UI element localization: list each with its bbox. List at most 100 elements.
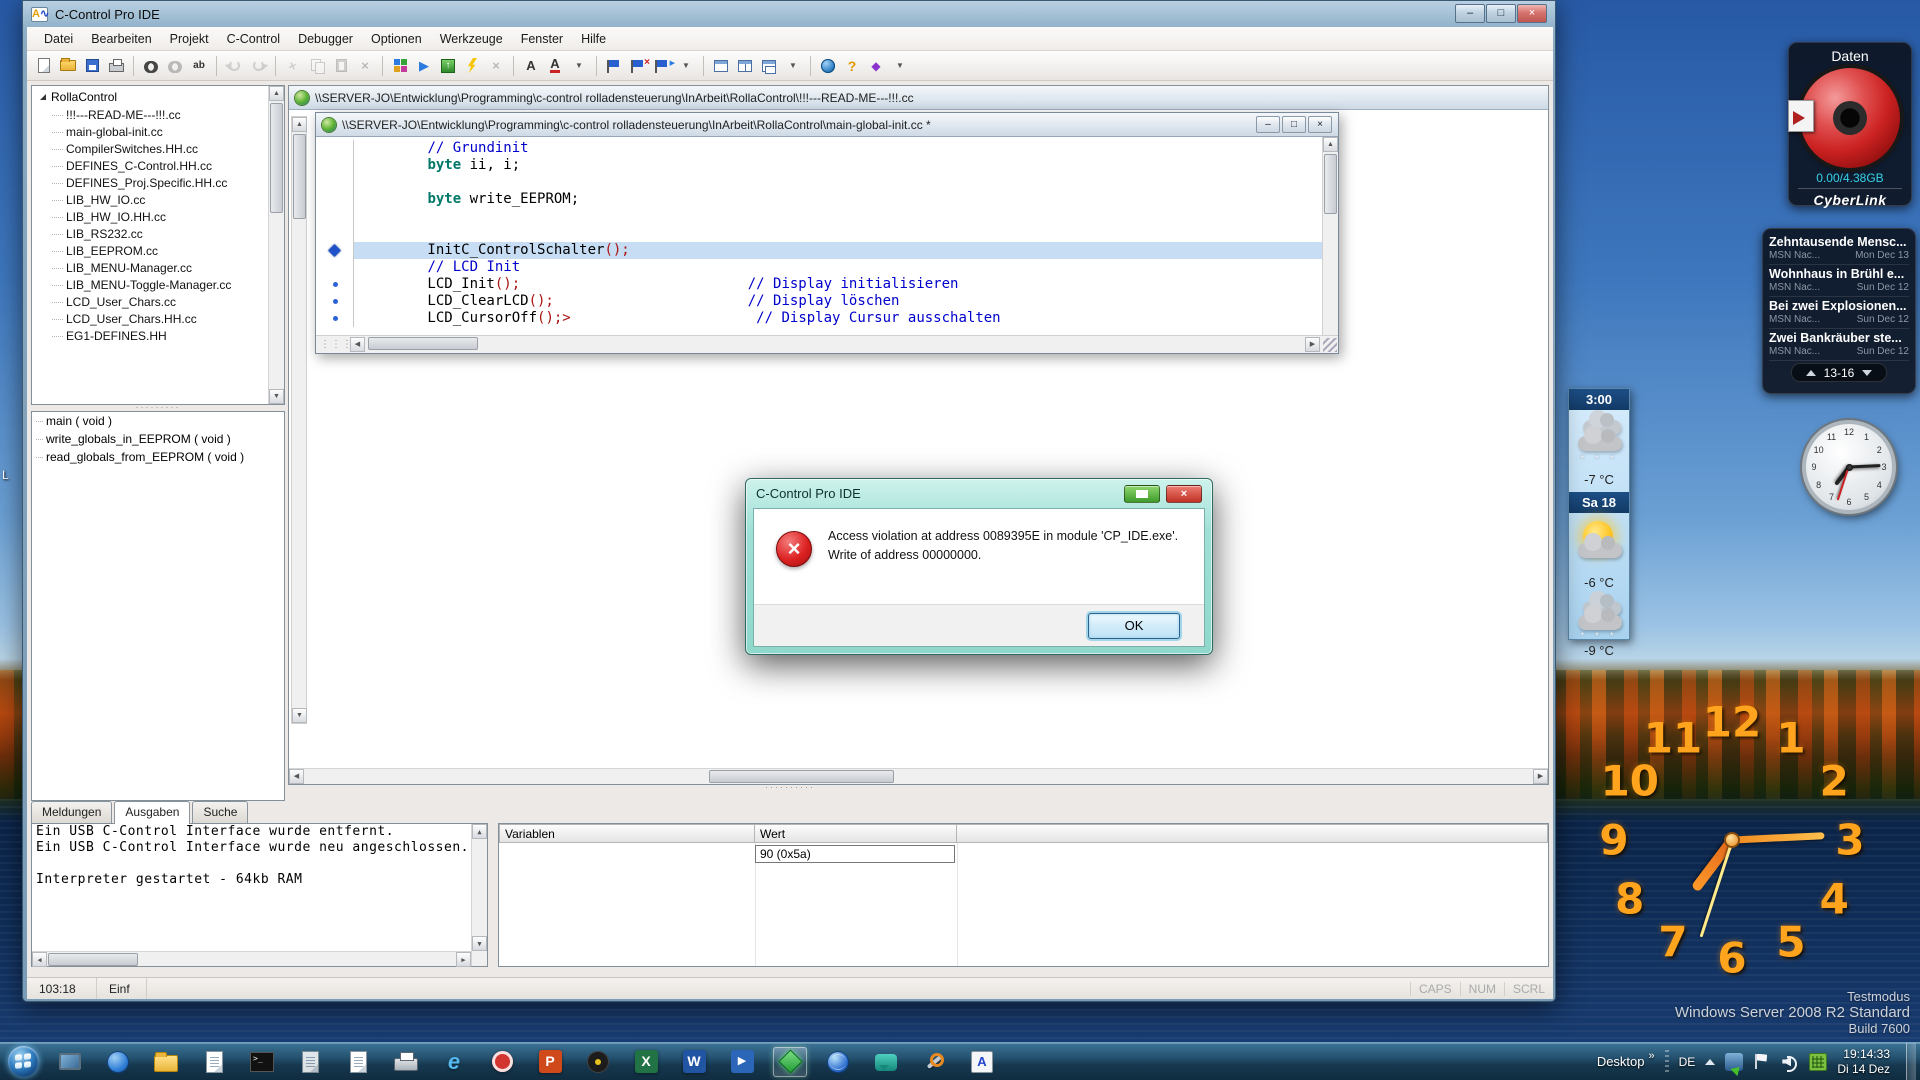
scroll-left-icon[interactable]: ◀ — [350, 337, 365, 352]
code-line-8[interactable]: // LCD Init — [316, 259, 1322, 276]
run-icon[interactable]: ▶ — [413, 55, 435, 77]
bookmark-menu-icon[interactable]: ▼ — [675, 55, 697, 77]
taskbar-item-windows-explorer[interactable] — [149, 1047, 183, 1077]
tree-item-defines-c-control-hh-cc[interactable]: DEFINES_C-Control.HH.cc — [32, 157, 284, 174]
breakpoint-gutter[interactable] — [316, 310, 354, 327]
editor-hscrollbar[interactable]: ⋮⋮⋮ ◀ ▶ — [316, 335, 1338, 353]
taskbar-item-chat-app[interactable] — [869, 1047, 903, 1077]
scroll-left-icon[interactable]: ◀ — [32, 952, 47, 967]
tray-app-icon[interactable] — [1725, 1052, 1744, 1071]
tree-item-lib-hw-io-cc[interactable]: LIB_HW_IO.cc — [32, 191, 284, 208]
news-item[interactable]: Bei zwei Explosionen... MSN Nac... Sun Dec… — [1769, 297, 1909, 329]
dialog-titlebar[interactable]: C-Control Pro IDE × — [746, 479, 1212, 508]
goto-icon[interactable]: ◆ — [865, 55, 887, 77]
code-line-4[interactable]: byte write_EEPROM; — [316, 191, 1322, 208]
tree-scrollbar[interactable]: ▲ ▼ — [268, 86, 284, 404]
help-icon[interactable]: ? — [841, 55, 863, 77]
function-item-write-globals-in-eeprom-void[interactable]: write_globals_in_EEPROM ( void ) — [32, 430, 284, 448]
tree-item-main-global-init-cc[interactable]: main-global-init.cc — [32, 123, 284, 140]
font-icon[interactable]: A — [520, 55, 542, 77]
chevron-icon[interactable]: » — [1649, 1050, 1655, 1062]
code-line-11[interactable]: LCD_CursorOff();> // Display Cursur auss… — [316, 310, 1322, 327]
taskbar-item-web-browser[interactable] — [821, 1047, 855, 1077]
print-icon[interactable] — [105, 55, 127, 77]
breakpoint-gutter[interactable] — [316, 276, 354, 293]
scroll-thumb[interactable] — [293, 134, 306, 219]
web-update-icon[interactable] — [817, 55, 839, 77]
tree-item-eg1-defines-hh[interactable]: EG1-DEFINES.HH — [32, 327, 284, 344]
resize-grip[interactable] — [1323, 338, 1337, 352]
extras-menu-icon[interactable]: ▼ — [889, 55, 911, 77]
scroll-down-icon[interactable]: ▼ — [472, 936, 487, 951]
function-item-read-globals-from-eeprom-void[interactable]: read_globals_from_EEPROM ( void ) — [32, 448, 284, 466]
tab-suche[interactable]: Suche — [192, 801, 249, 823]
breakpoint-gutter[interactable] — [316, 208, 354, 225]
bookmark-set-icon[interactable] — [603, 55, 625, 77]
code-line-10[interactable]: LCD_ClearLCD(); // Display löschen — [316, 293, 1322, 310]
clock-gadget[interactable]: 12 1 2 3 4 5 6 7 8 9 10 11 — [1802, 420, 1896, 514]
taskbar-item-c-control-ide[interactable] — [773, 1046, 807, 1077]
menu-item-fenster[interactable]: Fenster — [512, 29, 572, 49]
scroll-up-icon[interactable]: ▲ — [1323, 137, 1338, 152]
debug-start-icon[interactable] — [461, 55, 483, 77]
output-hscrollbar[interactable]: ◀ ▶ — [32, 951, 471, 967]
tree-item-lib-eeprom-cc[interactable]: LIB_EEPROM.cc — [32, 242, 284, 259]
new-file-icon[interactable] — [33, 55, 55, 77]
window-cascade-icon[interactable] — [758, 55, 780, 77]
taskbar-item-system-monitor[interactable] — [53, 1047, 87, 1077]
taskbar-item-settings-tool[interactable] — [917, 1047, 951, 1077]
breakpoint-gutter[interactable] — [316, 293, 354, 310]
news-item[interactable]: Zwei Bankräuber ste... MSN Nac... Sun Dec … — [1769, 329, 1909, 361]
scroll-thumb[interactable] — [1324, 154, 1337, 214]
menu-item-projekt[interactable]: Projekt — [161, 29, 218, 49]
taskbar-item-printer[interactable] — [389, 1047, 423, 1077]
code-line-1[interactable]: // Grundinit — [316, 140, 1322, 157]
menu-item-hilfe[interactable]: Hilfe — [572, 29, 615, 49]
maximize-button[interactable]: □ — [1486, 4, 1516, 23]
taskbar-item-word[interactable]: W — [677, 1047, 711, 1077]
code-line-2[interactable]: byte ii, i; — [316, 157, 1322, 174]
taskbar-item-excel[interactable]: X — [629, 1047, 663, 1077]
ide-titlebar[interactable]: A∿ C-Control Pro IDE – □ × — [23, 1, 1555, 27]
variables-column-header[interactable]: Variablen — [499, 824, 755, 843]
save-file-icon[interactable] — [81, 55, 103, 77]
language-indicator[interactable]: DE — [1679, 1055, 1696, 1069]
desktop-toolbar[interactable]: Desktop » — [1597, 1050, 1655, 1069]
tree-item-lib-menu-toggle-manager-cc[interactable]: LIB_MENU-Toggle-Manager.cc — [32, 276, 284, 293]
bottom-splitter[interactable]: ·········· — [31, 783, 1549, 801]
taskbar-item-signal-analyzer[interactable]: A — [965, 1047, 999, 1077]
output-vscrollbar[interactable]: ▲ ▼ — [471, 824, 487, 966]
scroll-thumb[interactable] — [270, 103, 283, 213]
breakpoint-gutter[interactable] — [316, 191, 354, 208]
show-desktop-button[interactable] — [1906, 1042, 1916, 1080]
tray-expand-icon[interactable] — [1705, 1058, 1716, 1065]
compile-icon[interactable] — [389, 55, 411, 77]
tree-item-lcd-user-chars-cc[interactable]: LCD_User_Chars.cc — [32, 293, 284, 310]
volume-icon[interactable] — [1781, 1053, 1799, 1072]
font-menu-icon[interactable]: ▼ — [568, 55, 590, 77]
tab-meldungen[interactable]: Meldungen — [31, 801, 113, 823]
tree-item-lcd-user-chars-hh-cc[interactable]: LCD_User_Chars.HH.cc — [32, 310, 284, 327]
scroll-thumb[interactable] — [48, 953, 138, 966]
menu-item-bearbeiten[interactable]: Bearbeiten — [82, 29, 160, 49]
taskbar-item-internet-explorer[interactable]: e — [437, 1047, 471, 1077]
child-maximize-button[interactable]: □ — [1282, 116, 1306, 133]
ok-button[interactable]: OK — [1088, 613, 1180, 639]
tree-item-defines-proj-specific-hh-cc[interactable]: DEFINES_Proj.Specific.HH.cc — [32, 174, 284, 191]
network-icon[interactable] — [1809, 1052, 1828, 1071]
open-file-icon[interactable] — [57, 55, 79, 77]
taskbar-item-security-app[interactable] — [581, 1047, 615, 1077]
code-editor[interactable]: // Grundinit byte ii, i; byte write_EEPR… — [316, 137, 1322, 335]
window-tile-h-icon[interactable] — [710, 55, 732, 77]
code-line-5[interactable] — [316, 208, 1322, 225]
editor-vscrollbar[interactable]: ▲ — [1322, 137, 1338, 335]
menu-item-debugger[interactable]: Debugger — [289, 29, 362, 49]
tree-item-compilerswitches-hh-cc[interactable]: CompilerSwitches.HH.cc — [32, 140, 284, 157]
weather-gadget[interactable]: 3:00 * * * -7 °C Sa 18 -6 °C * * * -9 °C — [1568, 388, 1630, 658]
dialog-print-button[interactable] — [1124, 484, 1160, 503]
bookmark-clear-icon[interactable] — [627, 55, 650, 77]
value-column-header[interactable]: Wert — [755, 824, 957, 843]
scroll-up-icon[interactable]: ▲ — [472, 824, 487, 839]
program-transfer-icon[interactable]: ↑ — [437, 55, 459, 77]
tree-item-lib-rs232-cc[interactable]: LIB_RS232.cc — [32, 225, 284, 242]
